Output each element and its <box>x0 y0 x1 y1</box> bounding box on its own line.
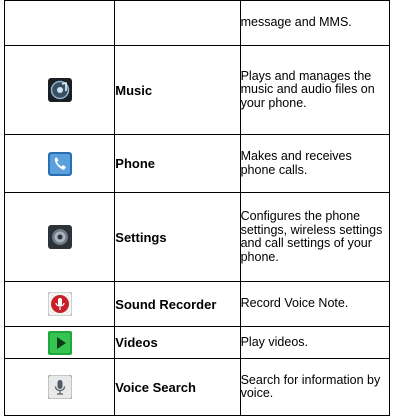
apps-table: message and MMS. Music Plays and manages… <box>3 0 391 416</box>
icon-cell <box>3 134 116 193</box>
table-row: Voice Search Search for information by v… <box>3 358 391 416</box>
app-name: Phone <box>114 134 241 193</box>
app-description: Play videos. <box>239 326 391 359</box>
table-row: message and MMS. <box>3 0 391 46</box>
icon-cell <box>3 192 116 282</box>
app-name: Voice Search <box>114 358 241 416</box>
app-name: Videos <box>114 326 241 359</box>
app-name: Sound Recorder <box>114 281 241 327</box>
table-row: Phone Makes and receives phone calls. <box>3 134 391 193</box>
table-row: Videos Play videos. <box>3 326 391 359</box>
app-description: Record Voice Note. <box>239 281 391 327</box>
voice-search-icon <box>47 375 72 399</box>
videos-icon <box>47 330 72 355</box>
app-description: message and MMS. <box>239 0 391 46</box>
music-icon <box>47 78 72 102</box>
sound-recorder-icon <box>47 292 72 316</box>
settings-icon <box>47 225 72 249</box>
icon-cell <box>3 281 116 327</box>
phone-icon <box>47 151 72 176</box>
table-row: Sound Recorder Record Voice Note. <box>3 281 391 327</box>
icon-cell <box>3 0 116 46</box>
app-description: Configures the phone settings, wireless … <box>239 192 391 282</box>
icon-cell <box>3 326 116 359</box>
app-description: Plays and manages the music and audio fi… <box>239 45 391 135</box>
app-name <box>114 0 241 46</box>
table-row: Music Plays and manages the music and au… <box>3 45 391 135</box>
app-description: Makes and receives phone calls. <box>239 134 391 193</box>
table-row: Settings Configures the phone settings, … <box>3 192 391 282</box>
app-description: Search for information by voice. <box>239 358 391 416</box>
app-name: Music <box>114 45 241 135</box>
icon-cell <box>3 358 116 416</box>
icon-cell <box>3 45 116 135</box>
app-name: Settings <box>114 192 241 282</box>
